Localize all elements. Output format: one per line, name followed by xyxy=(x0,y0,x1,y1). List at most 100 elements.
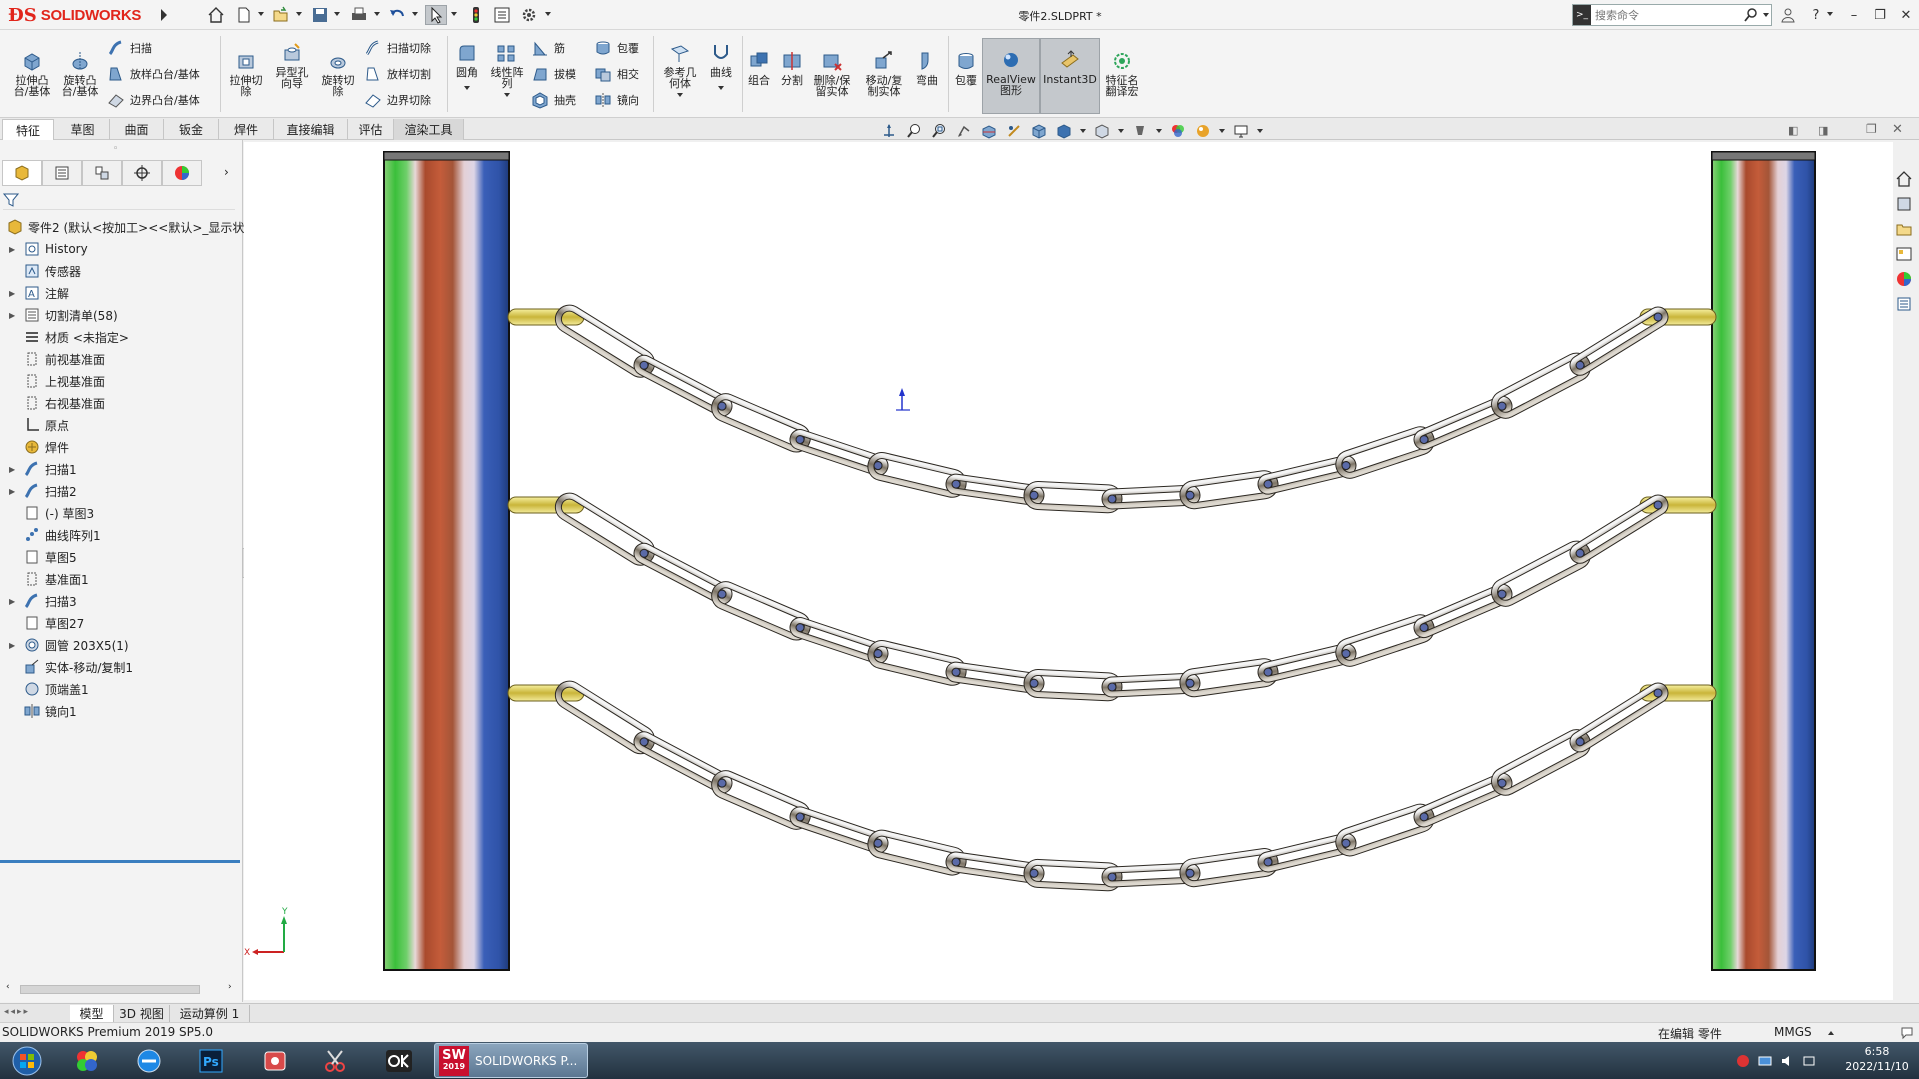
section-view-icon[interactable] xyxy=(978,121,1000,141)
tree-item[interactable]: (-) 草图3 xyxy=(0,502,94,524)
ok-app-icon[interactable] xyxy=(376,1045,422,1077)
tab-model[interactable]: 模型 xyxy=(70,1005,114,1022)
custom-properties-icon[interactable] xyxy=(1893,293,1915,315)
feature-manager-tab[interactable] xyxy=(2,160,42,186)
chevron-down-icon[interactable] xyxy=(464,86,470,90)
scissors-icon[interactable] xyxy=(312,1045,358,1077)
tree-item[interactable]: 顶端盖1 xyxy=(0,678,89,700)
tree-item[interactable]: ▶ A 注解 xyxy=(0,282,69,304)
pipe-post-cap[interactable] xyxy=(1711,151,1816,161)
help-bubble-icon[interactable] xyxy=(1900,1026,1914,1040)
scroll-left-icon[interactable]: ‹ xyxy=(6,982,10,992)
revolve-boss-button[interactable]: 旋转凸 台/基体 xyxy=(58,50,102,97)
combine-button[interactable]: 组合 xyxy=(742,50,776,86)
display-manager-tab[interactable] xyxy=(162,160,202,186)
expand-arrow-icon[interactable]: ▶ xyxy=(9,245,19,254)
tab-sketch[interactable]: 草图 xyxy=(56,119,110,140)
pipe-post[interactable] xyxy=(383,151,510,971)
action-center-icon[interactable] xyxy=(1802,1054,1816,1068)
close-icon[interactable]: ✕ xyxy=(1896,5,1916,25)
chevron-down-icon[interactable] xyxy=(1078,121,1088,141)
expand-arrow-icon[interactable]: ▶ xyxy=(9,465,19,474)
chevron-down-icon[interactable] xyxy=(334,12,340,16)
open-icon[interactable] xyxy=(270,5,292,25)
swept-cut-button[interactable]: 扫描切除 xyxy=(364,38,431,58)
viewport-restore-icon[interactable]: ❐ xyxy=(1866,122,1877,136)
extrude-cut-button[interactable]: 拉伸切 除 xyxy=(224,50,268,97)
traffic-light-icon[interactable] xyxy=(465,5,487,25)
delete-keep-body-button[interactable]: 删除/保 留实体 xyxy=(808,50,856,97)
chevron-down-icon[interactable] xyxy=(374,12,380,16)
help-icon[interactable]: ? xyxy=(1806,5,1826,25)
tab-evaluate[interactable]: 评估 xyxy=(348,119,394,140)
configuration-manager-tab[interactable] xyxy=(82,160,122,186)
feature-translate-button[interactable]: 特征名 翻译宏 xyxy=(1100,50,1144,97)
solidworks-resources-icon[interactable] xyxy=(1893,168,1915,190)
tree-item[interactable]: 镜向1 xyxy=(0,700,77,722)
tab-3d-views[interactable]: 3D 视图 xyxy=(114,1005,170,1022)
tab-render-tools[interactable]: 渲染工具 xyxy=(394,119,464,140)
tab-direct-editing[interactable]: 直接编辑 xyxy=(274,119,348,140)
tree-item[interactable]: ▶ 扫描2 xyxy=(0,480,77,502)
fillet-button[interactable]: 圆角 xyxy=(450,42,484,90)
tab-surfaces[interactable]: 曲面 xyxy=(110,119,164,140)
pipe-post-cap[interactable] xyxy=(383,151,510,161)
browser-icon[interactable] xyxy=(126,1045,172,1077)
tray-app-icon[interactable] xyxy=(1736,1054,1750,1068)
tree-item[interactable]: 传感器 xyxy=(0,260,81,282)
design-library-icon[interactable] xyxy=(1893,193,1915,215)
boundary-cut-button[interactable]: 边界切除 xyxy=(364,90,431,110)
volume-icon[interactable] xyxy=(1780,1054,1794,1068)
print-icon[interactable] xyxy=(348,5,370,25)
tab-motion-study-1[interactable]: 运动算例 1 xyxy=(170,1005,250,1022)
tree-item[interactable]: 曲线阵列1 xyxy=(0,524,101,546)
property-manager-tab[interactable] xyxy=(42,160,82,186)
lofted-cut-button[interactable]: 放样切割 xyxy=(364,64,431,84)
search-input[interactable] xyxy=(1591,6,1731,24)
graphics-area[interactable]: Y X xyxy=(244,142,1893,1000)
flex-button[interactable]: 弯曲 xyxy=(910,50,944,86)
user-icon[interactable] xyxy=(1778,5,1798,25)
split-button[interactable]: 分割 xyxy=(775,50,809,86)
restore-icon[interactable]: ❐ xyxy=(1870,5,1890,25)
zoom-to-fit-icon[interactable] xyxy=(903,121,925,141)
hole-wizard-button[interactable]: 异型孔 向导 xyxy=(270,42,314,89)
rollback-bar[interactable] xyxy=(0,860,240,863)
intersect-button[interactable]: 相交 xyxy=(594,64,639,84)
wrap-button[interactable]: 包覆 xyxy=(594,38,639,58)
solidworks-taskbar-button[interactable]: SW 2019 SOLIDWORKS P... xyxy=(434,1043,588,1078)
chevron-down-icon[interactable] xyxy=(451,12,457,16)
dynamic-annotation-icon[interactable] xyxy=(1003,121,1025,141)
chevron-down-icon[interactable] xyxy=(677,93,683,97)
shell-button[interactable]: 抽壳 xyxy=(531,90,576,110)
system-clock[interactable]: 6:58 2022/11/10 xyxy=(1838,1044,1916,1078)
new-document-icon[interactable] xyxy=(233,5,255,25)
chain-joint[interactable] xyxy=(1653,312,1663,322)
display-style-icon[interactable] xyxy=(1053,121,1075,141)
chevron-down-icon[interactable] xyxy=(504,93,510,97)
tree-item[interactable]: 右视基准面 xyxy=(0,392,105,414)
chevron-down-icon[interactable] xyxy=(1255,121,1265,141)
sweep-button[interactable]: 扫描 xyxy=(107,38,152,58)
chevron-down-icon[interactable] xyxy=(545,12,551,16)
tree-item[interactable]: 基准面1 xyxy=(0,568,89,590)
draft-button[interactable]: 拔模 xyxy=(531,64,576,84)
rib-button[interactable]: 筋 xyxy=(531,38,565,58)
curves-button[interactable]: 曲线 xyxy=(704,42,738,90)
chain-joint[interactable] xyxy=(1029,868,1039,878)
tree-item[interactable]: ▶ 切割清单(58) xyxy=(0,304,118,326)
expand-arrow-icon[interactable]: ▶ xyxy=(9,289,19,298)
tree-item[interactable]: ▶ History xyxy=(0,238,88,260)
tree-item[interactable]: 草图5 xyxy=(0,546,77,568)
expand-arrow-icon[interactable]: ▶ xyxy=(9,597,19,606)
minimize-icon[interactable]: – xyxy=(1844,5,1864,25)
boundary-boss-button[interactable]: 边界凸台/基体 xyxy=(107,90,200,110)
tree-item[interactable]: 焊件 xyxy=(0,436,69,458)
network-icon[interactable] xyxy=(1758,1054,1772,1068)
chevron-down-icon[interactable] xyxy=(412,12,418,16)
tree-root-part[interactable]: 零件2 (默认<按加工><<默认>_显示状 xyxy=(0,216,244,238)
tree-item[interactable]: 上视基准面 xyxy=(0,370,105,392)
chain-joint[interactable] xyxy=(1029,490,1039,500)
scroll-thumb[interactable] xyxy=(20,985,200,994)
options-gear-icon[interactable] xyxy=(518,5,540,25)
